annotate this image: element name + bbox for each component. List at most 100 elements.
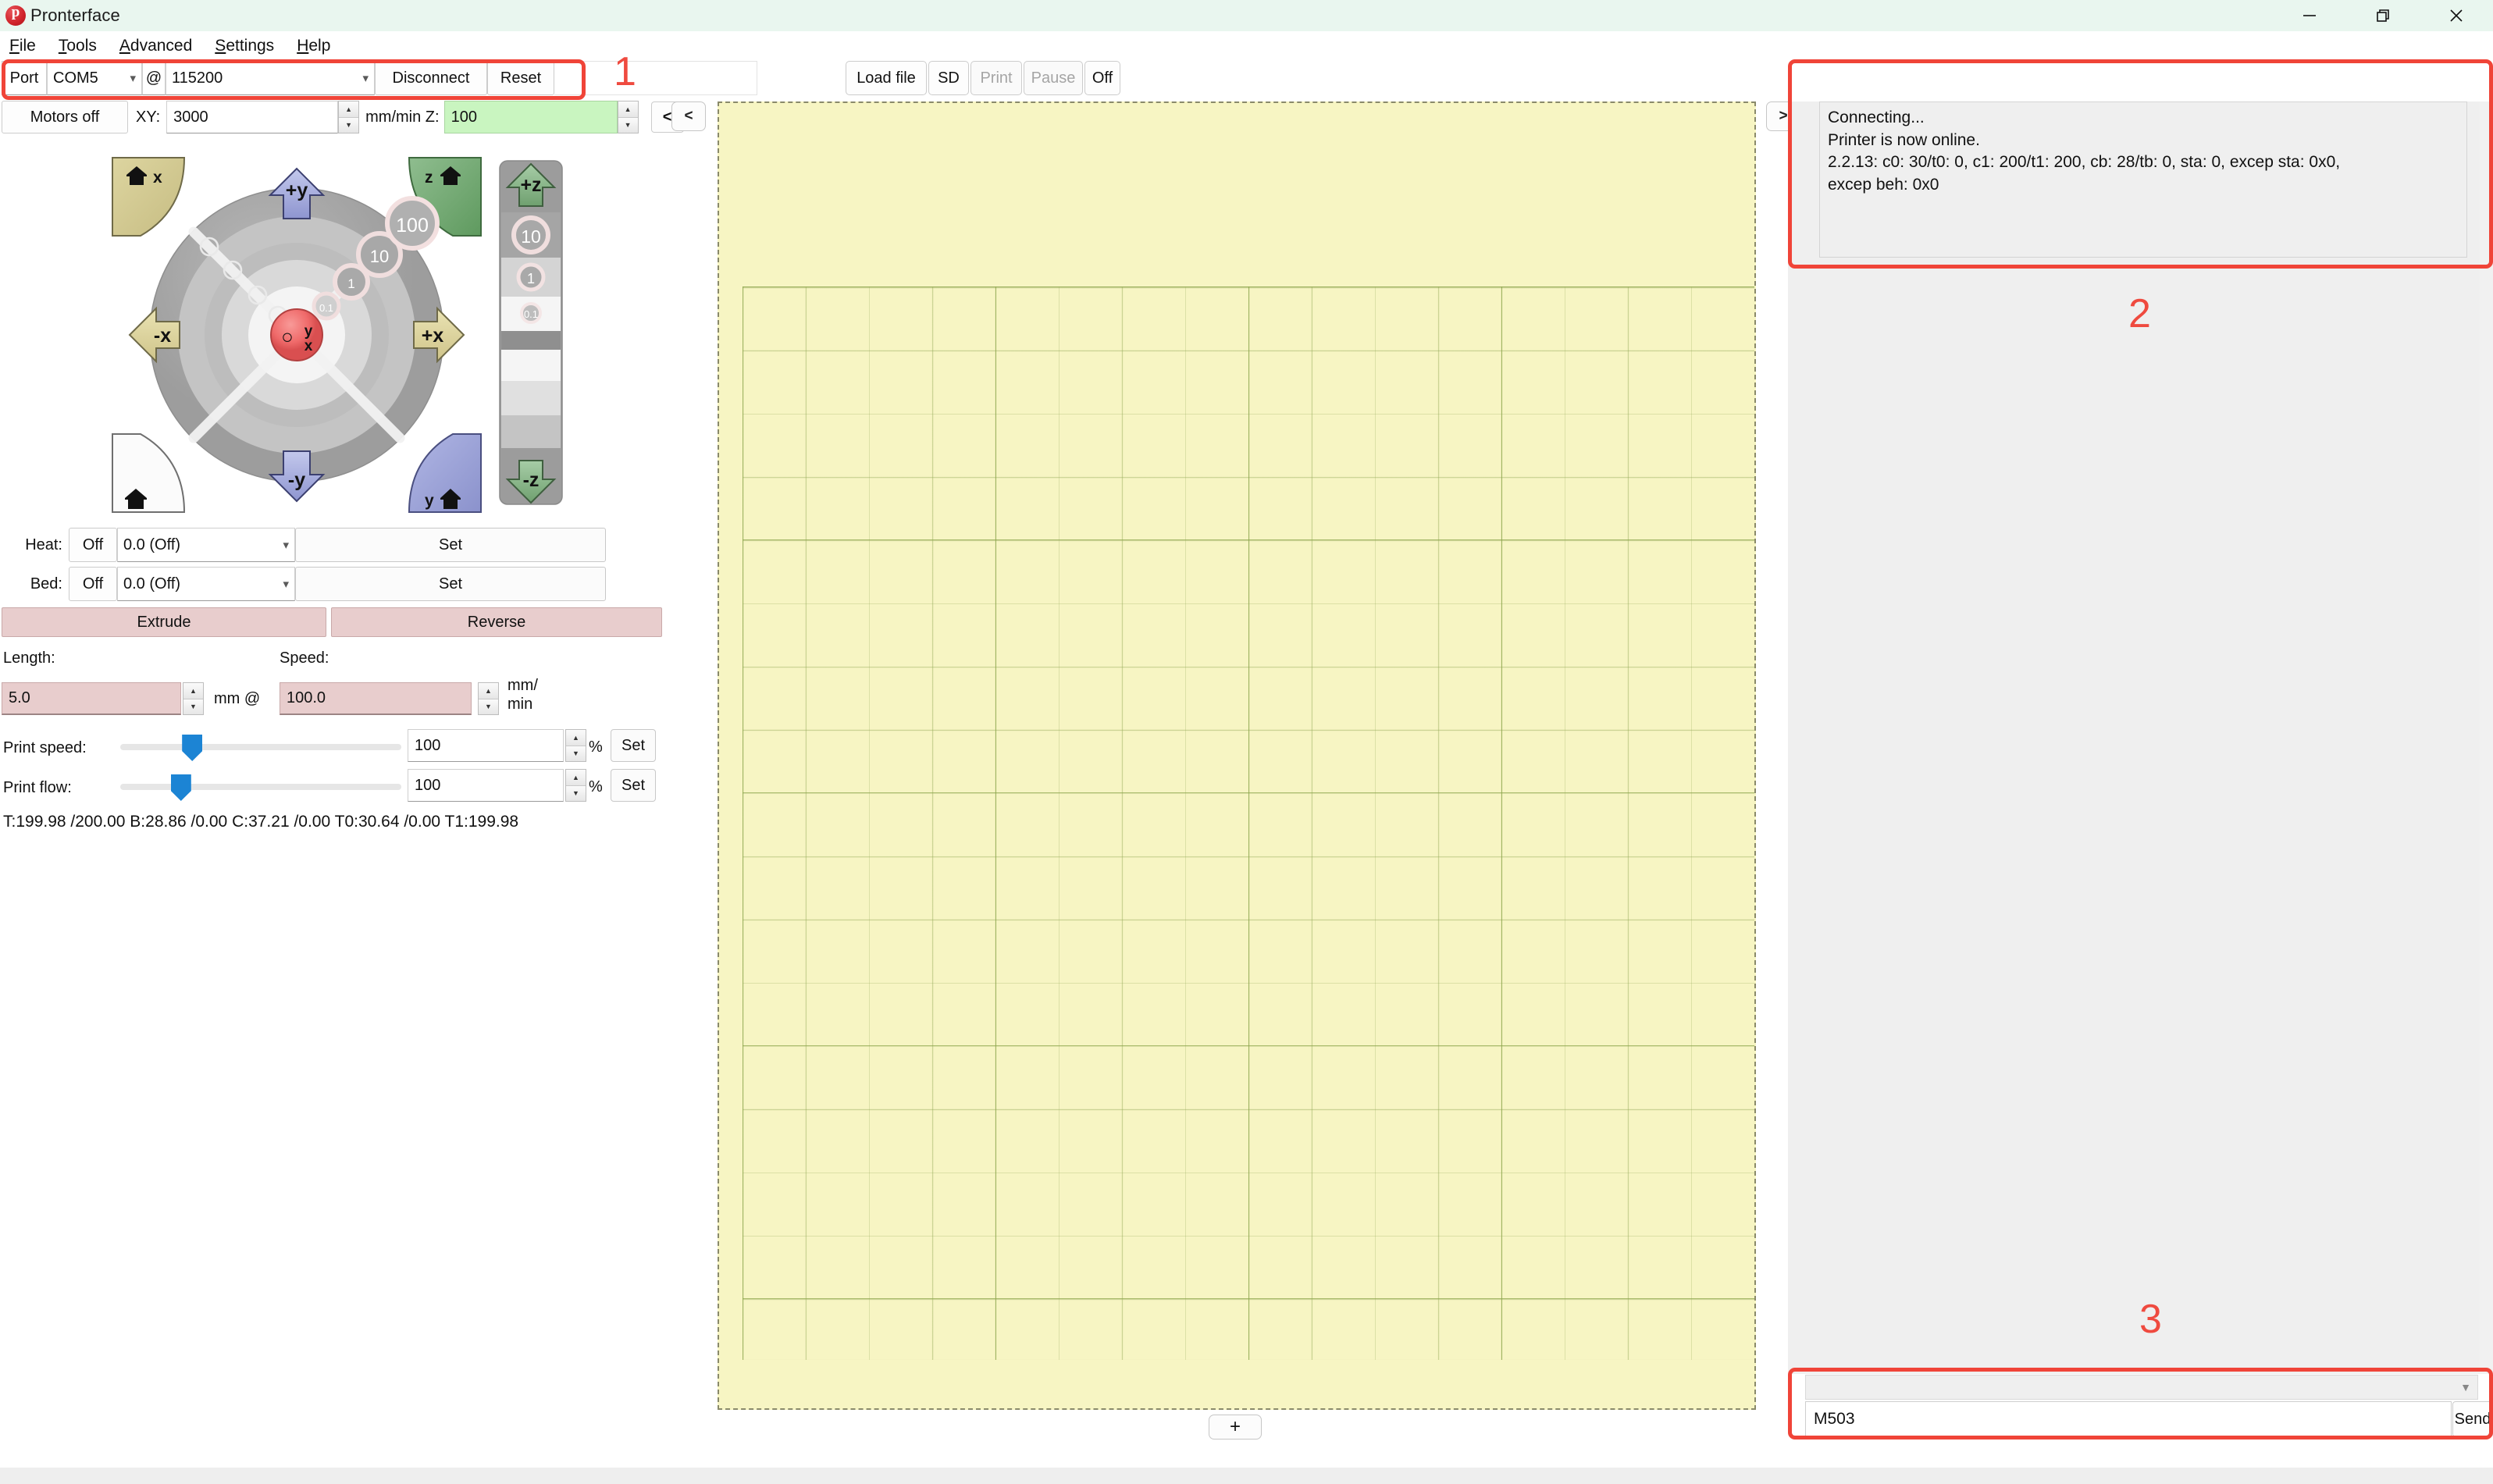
pause-button[interactable]: Pause — [1024, 61, 1083, 95]
disconnect-button[interactable]: Disconnect — [375, 61, 487, 95]
port-value: COM5 — [53, 69, 98, 87]
menu-file[interactable]: File — [9, 35, 51, 57]
baudrate-value: 115200 — [172, 69, 223, 87]
svg-text:-x: -x — [154, 325, 171, 347]
stepper-up-icon[interactable]: ▲ — [618, 101, 638, 118]
bed-row: Bed: Off 0.0 (Off) ▾ Set — [0, 567, 606, 601]
print-flow-slider-thumb[interactable] — [170, 774, 191, 801]
svg-text:x: x — [305, 338, 313, 354]
print-flow-slider[interactable] — [120, 774, 401, 801]
extrude-speed-input[interactable]: 100.0 — [280, 682, 472, 715]
stepper-down-icon[interactable]: ▼ — [618, 117, 638, 133]
z-jog-control[interactable]: +z 10 1 0.1 -z — [493, 156, 568, 509]
window-title: Pronterface — [30, 5, 120, 25]
off-button[interactable]: Off — [1084, 61, 1120, 95]
bed-preset-value: 0.0 (Off) — [123, 575, 180, 593]
annotation-number-1: 1 — [614, 49, 636, 94]
stepper-up-icon[interactable]: ▲ — [479, 683, 498, 699]
z-feedrate-stepper[interactable]: ▲ ▼ — [617, 101, 639, 133]
svg-text:-y: -y — [288, 469, 305, 491]
mm-at-label: mm @ — [214, 690, 261, 707]
extrude-speed-stepper[interactable]: ▲ ▼ — [478, 682, 499, 715]
stepper-up-icon[interactable]: ▲ — [566, 770, 586, 786]
command-history-select[interactable]: ▼ — [1805, 1375, 2478, 1400]
heat-preset-value: 0.0 (Off) — [123, 536, 180, 553]
print-flow-stepper[interactable]: ▲ ▼ — [565, 769, 586, 802]
build-plate-viewer[interactable] — [718, 101, 1756, 1410]
sd-button[interactable]: SD — [928, 61, 969, 95]
bed-set-button[interactable]: Set — [295, 567, 606, 601]
minimize-icon[interactable] — [2273, 0, 2346, 31]
extrude-length-stepper[interactable]: ▲ ▼ — [183, 682, 204, 715]
print-flow-set-button[interactable]: Set — [611, 769, 656, 802]
svg-text:0.1: 0.1 — [319, 302, 333, 314]
print-flow-input[interactable]: 100 — [408, 769, 564, 802]
close-icon[interactable] — [2420, 0, 2493, 31]
log-line: Printer is now online. — [1828, 130, 1980, 149]
print-speed-slider-thumb[interactable] — [182, 735, 203, 761]
load-file-button[interactable]: Load file — [846, 61, 927, 95]
svg-text:-z: -z — [523, 469, 540, 491]
baudrate-select[interactable]: 115200 ▾ — [166, 61, 375, 95]
xy-jog-control[interactable]: x z y +y -y -x +x 0.1 1 10 100 ○ y x — [109, 155, 484, 515]
extrude-button[interactable]: Extrude — [2, 607, 326, 637]
svg-text:1: 1 — [527, 271, 535, 286]
send-button[interactable]: Send — [2452, 1401, 2493, 1437]
print-flow-percent-label: % — [589, 778, 603, 795]
stepper-down-icon[interactable]: ▼ — [183, 699, 203, 714]
menu-settings[interactable]: Settings — [215, 35, 289, 57]
log-line: Connecting... — [1828, 109, 1925, 126]
collapse-left-panel-button[interactable]: < — [671, 101, 706, 131]
stepper-up-icon[interactable]: ▲ — [566, 730, 586, 746]
log-panel[interactable]: Connecting... Printer is now online. 2.2… — [1819, 101, 2467, 258]
print-speed-input[interactable]: 100 — [408, 729, 564, 762]
xy-feedrate-stepper[interactable]: ▲ ▼ — [338, 101, 360, 133]
motors-off-button[interactable]: Motors off — [2, 101, 128, 133]
svg-text:x: x — [153, 169, 162, 187]
print-toolbar: Load file SD Print Pause Off — [846, 61, 1120, 95]
stepper-down-icon[interactable]: ▼ — [566, 746, 586, 761]
stepper-down-icon[interactable]: ▼ — [566, 785, 586, 801]
print-speed-label: Print speed: — [3, 739, 87, 756]
reset-button[interactable]: Reset — [487, 61, 554, 95]
heat-set-button[interactable]: Set — [295, 528, 606, 562]
command-input[interactable]: M503 — [1805, 1401, 2452, 1437]
svg-text:y: y — [425, 492, 434, 510]
title-bar: Pronterface — [0, 0, 2493, 31]
print-flow-label: Print flow: — [3, 779, 72, 796]
svg-text:○: ○ — [281, 325, 294, 348]
menu-tools[interactable]: Tools — [59, 35, 112, 57]
heat-label: Heat: — [25, 536, 62, 553]
svg-text:y: y — [305, 323, 313, 340]
add-layer-button[interactable]: + — [1209, 1415, 1262, 1440]
restore-icon[interactable] — [2346, 0, 2420, 31]
print-speed-stepper[interactable]: ▲ ▼ — [565, 729, 586, 762]
heat-preset-select[interactable]: 0.0 (Off) ▾ — [117, 528, 295, 562]
stepper-up-icon[interactable]: ▲ — [183, 683, 203, 699]
extrude-length-input[interactable]: 5.0 — [2, 682, 181, 715]
print-speed-set-button[interactable]: Set — [611, 729, 656, 762]
stepper-up-icon[interactable]: ▲ — [339, 101, 359, 118]
svg-text:+y: +y — [286, 180, 308, 201]
stepper-down-icon[interactable]: ▼ — [479, 699, 498, 714]
heat-row: Heat: Off 0.0 (Off) ▾ Set — [0, 528, 606, 562]
chevron-down-icon: ▼ — [2460, 1381, 2471, 1393]
reverse-button[interactable]: Reverse — [331, 607, 662, 637]
xy-feedrate-input[interactable]: 3000 — [166, 101, 339, 133]
bed-toggle-button[interactable]: Off — [69, 567, 117, 601]
motion-bar: Motors off XY: 3000 ▲ ▼ mm/min Z: 100 ▲ … — [2, 100, 684, 134]
log-scrollbar[interactable] — [2480, 101, 2493, 1374]
z-feedrate-input[interactable]: 100 — [443, 101, 618, 133]
bed-preset-select[interactable]: 0.0 (Off) ▾ — [117, 567, 295, 601]
print-button[interactable]: Print — [970, 61, 1022, 95]
print-speed-slider[interactable] — [120, 735, 401, 761]
z-feedrate-label: mm/min Z: — [365, 108, 440, 126]
heat-toggle-button[interactable]: Off — [69, 528, 117, 562]
menu-help[interactable]: Help — [297, 35, 345, 57]
connection-bar: Port COM5 ▾ @ 115200 ▾ Disconnect Reset — [2, 61, 757, 95]
build-plate-grid-major — [743, 286, 1754, 1360]
stepper-down-icon[interactable]: ▼ — [339, 117, 359, 133]
menu-advanced[interactable]: Advanced — [119, 35, 207, 57]
log-line: excep beh: 0x0 — [1828, 175, 1939, 194]
port-select[interactable]: COM5 ▾ — [47, 61, 142, 95]
